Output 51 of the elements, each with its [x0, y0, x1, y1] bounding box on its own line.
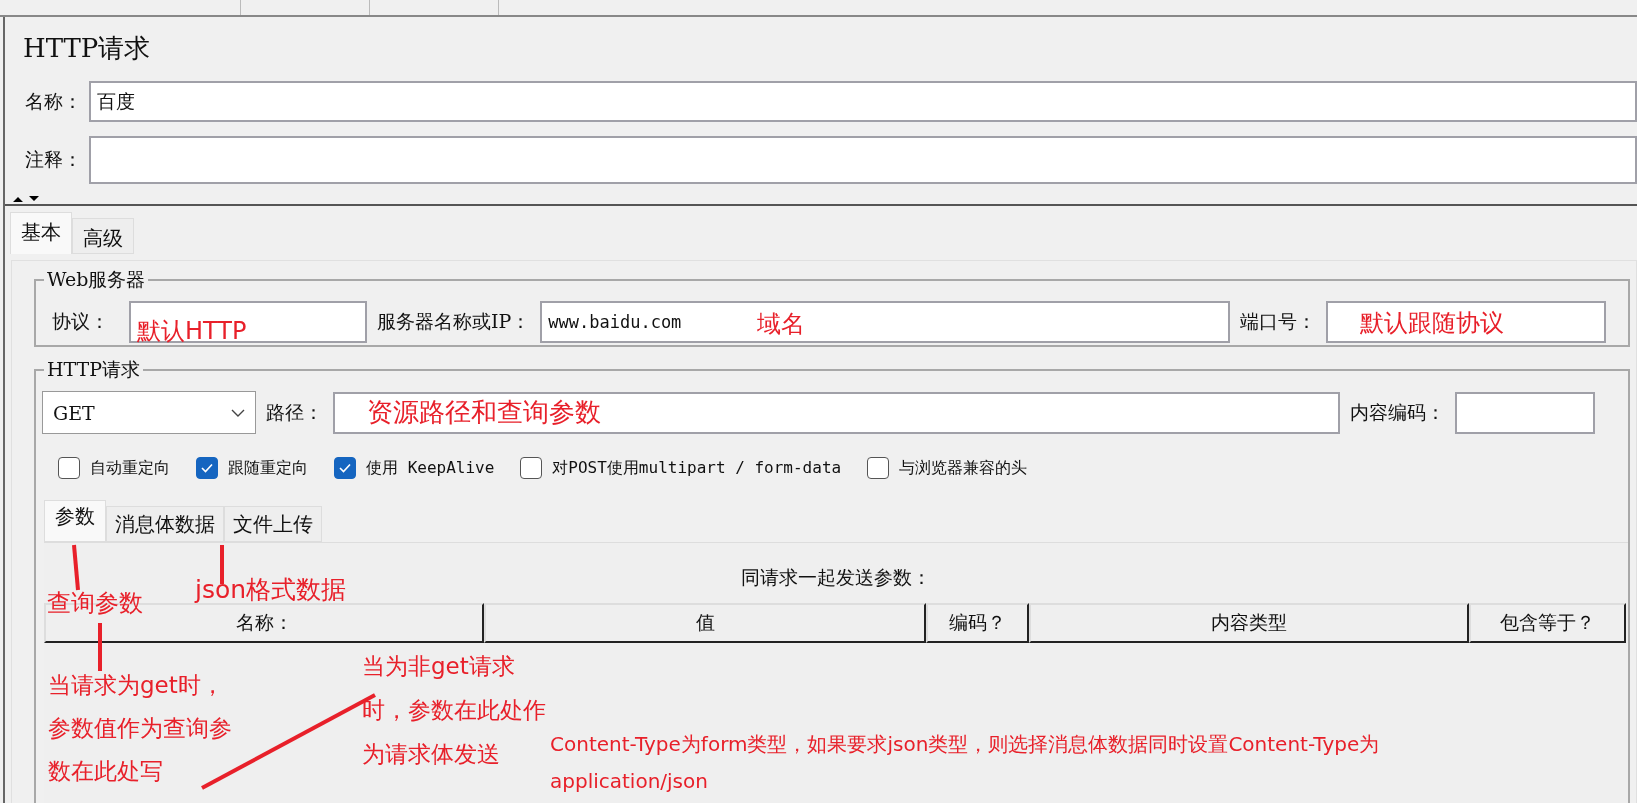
checkbox[interactable]: [867, 457, 890, 479]
comment-input-field[interactable]: [88, 136, 1637, 184]
annotation-text: json格式数据: [195, 575, 347, 605]
tab[interactable]: 文件上传: [224, 506, 322, 542]
checkbox[interactable]: [58, 457, 80, 479]
annotation-text: 默认跟随协议: [1360, 308, 1504, 338]
path-input-field[interactable]: [333, 391, 1340, 434]
column-header[interactable]: 值: [484, 603, 926, 643]
checkbox[interactable]: [196, 457, 218, 479]
field-label: 注释：: [24, 147, 83, 172]
column-header[interactable]: 内容类型: [1029, 603, 1469, 643]
annotation-text: 资源路径和查询参数: [367, 396, 601, 428]
annotation-text: 当为非get请求 时，参数在此处作 为请求体发送: [362, 652, 546, 769]
tab[interactable]: 消息体数据: [106, 506, 224, 542]
protocol-input-field[interactable]: [129, 301, 367, 343]
panel-title: HTTP请求: [22, 32, 152, 65]
group-legend: HTTP请求: [44, 358, 144, 380]
table-caption: 同请求一起发送参数：: [741, 565, 931, 590]
tab[interactable]: 基本: [10, 212, 72, 254]
column-header[interactable]: 包含等于？: [1469, 603, 1626, 643]
encoding-input-field[interactable]: [1455, 391, 1595, 434]
tab[interactable]: 参数: [44, 500, 106, 542]
field-label: 名称：: [24, 88, 83, 114]
annotation-text: 默认HTTP: [137, 316, 247, 346]
method-dropdown[interactable]: GET: [42, 391, 256, 434]
chevron-down-icon: [231, 408, 245, 417]
checkbox-label: 与浏览器兼容的头: [899, 457, 1028, 479]
checkbox[interactable]: [334, 457, 356, 479]
checkmark-icon: [200, 462, 214, 474]
checkbox-label: 自动重定向: [90, 457, 170, 479]
field-label: 服务器名称或IP：: [377, 309, 531, 334]
checkbox-label: 对POST使用multipart / form-data: [552, 457, 842, 479]
field-label: 路径：: [266, 399, 323, 425]
collapse-arrows-icon[interactable]: [11, 195, 41, 203]
field-label: 内容编码：: [1350, 399, 1445, 425]
checkbox-label: 跟随重定向: [228, 457, 308, 479]
annotation-text: 当请求为get时， 参数值作为查询参 数在此处写: [48, 671, 232, 786]
field-label: 端口号：: [1240, 309, 1317, 334]
port-input-field[interactable]: [1326, 301, 1607, 343]
column-header[interactable]: 编码？: [926, 603, 1029, 643]
group-legend: Web服务器: [44, 268, 149, 290]
leader-line: [72, 544, 80, 591]
annotation-text: 域名: [757, 309, 805, 339]
checkmark-icon: [338, 462, 352, 474]
tab[interactable]: 高级: [72, 218, 134, 254]
field-label: 协议：: [52, 309, 109, 334]
name-input-field[interactable]: 百度: [88, 81, 1637, 122]
checkbox[interactable]: [520, 457, 543, 479]
annotation-text: Content-Type为form类型，如果要求json类型，则选择消息体数据同时设置Content-Type为 application/json: [550, 731, 1380, 795]
checkbox-label: 使用 KeepAlive: [366, 457, 495, 479]
leader-line: [98, 623, 102, 671]
